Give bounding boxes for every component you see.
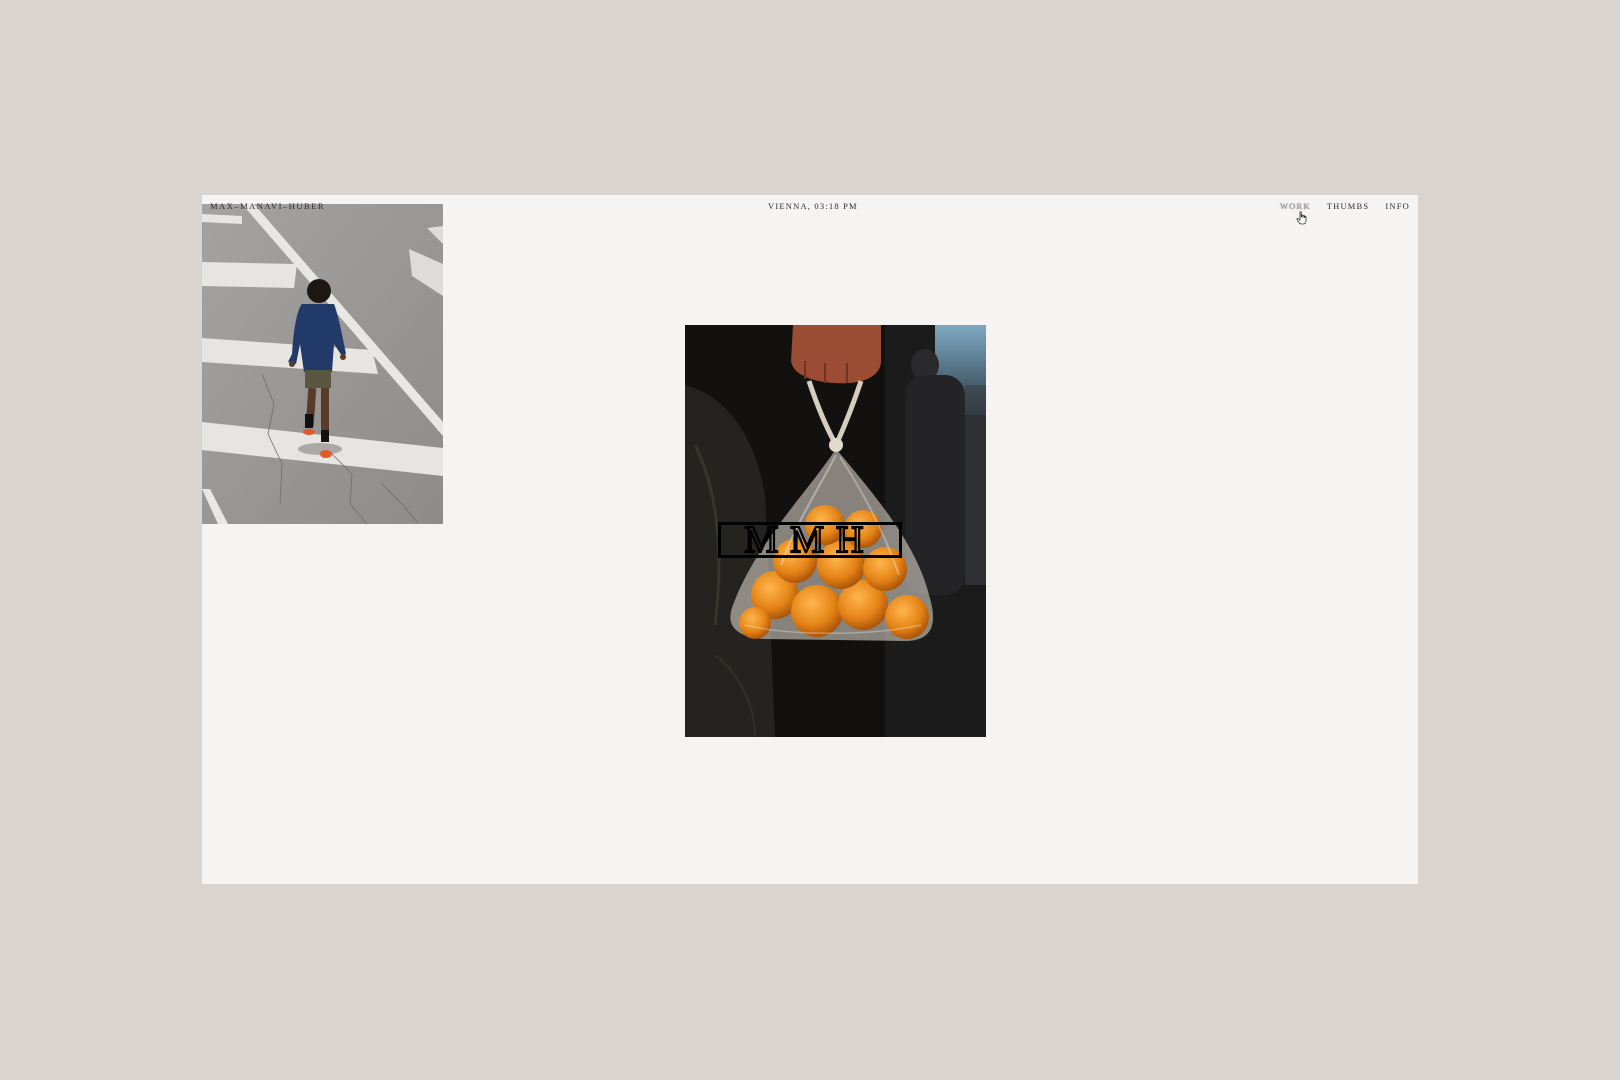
- hand-cursor-icon: [1296, 211, 1308, 225]
- nav-thumbs-link[interactable]: THUMBS: [1327, 201, 1370, 211]
- location-clock: VIENNA, 03:18 PM: [768, 201, 858, 211]
- site-brand-link[interactable]: MAX–MANAVI–HUBER: [210, 201, 325, 211]
- browser-viewport: MAX–MANAVI–HUBER VIENNA, 03:18 PM WORK T…: [202, 195, 1418, 884]
- nav-work-link[interactable]: WORK: [1280, 201, 1311, 211]
- logo-text: MMH: [744, 522, 875, 558]
- runner-photo[interactable]: [202, 204, 443, 524]
- main-nav: WORK THUMBS INFO: [1280, 201, 1410, 211]
- screen: MAX–MANAVI–HUBER VIENNA, 03:18 PM WORK T…: [0, 0, 1620, 1080]
- mmh-logo-overlay[interactable]: MMH: [718, 522, 902, 558]
- nav-info-link[interactable]: INFO: [1385, 201, 1410, 211]
- site-header: MAX–MANAVI–HUBER VIENNA, 03:18 PM WORK T…: [202, 195, 1418, 213]
